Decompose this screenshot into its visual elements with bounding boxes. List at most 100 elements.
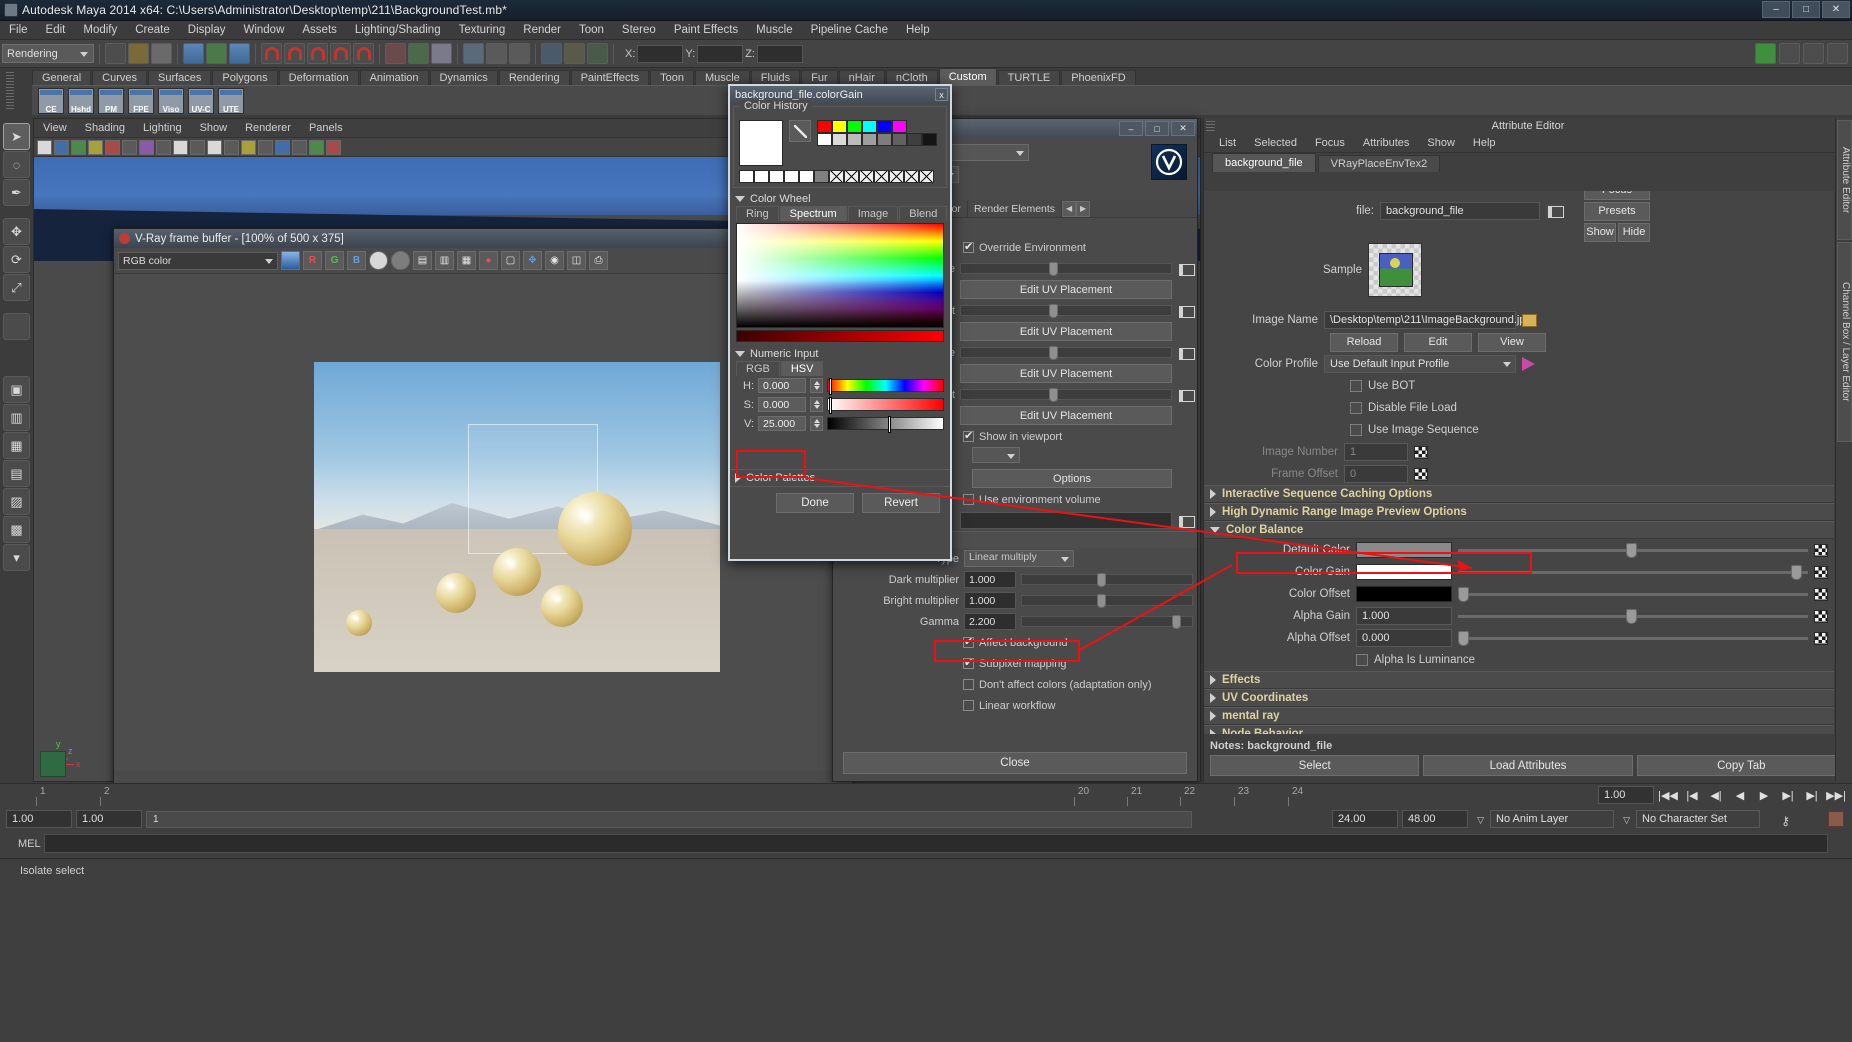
input-connections-icon[interactable]: [385, 43, 406, 64]
color-gain-swatch[interactable]: [1356, 564, 1452, 580]
copy-tab-button[interactable]: Copy Tab: [1636, 755, 1846, 776]
play-forwards-button[interactable]: ▶: [1754, 786, 1774, 804]
select-camera-icon[interactable]: [37, 139, 52, 155]
menu-toon[interactable]: Toon: [570, 21, 613, 40]
edit-uv-placement-button-2[interactable]: Edit UV Placement: [960, 322, 1172, 341]
alpha-offset-slider[interactable]: [1458, 630, 1808, 646]
move-tool[interactable]: ✥: [3, 218, 30, 245]
history-swatch-bottom-1[interactable]: [832, 133, 847, 146]
ae-menu-focus[interactable]: Focus: [1306, 137, 1354, 149]
menu-paint-effects[interactable]: Paint Effects: [665, 21, 747, 40]
shelf-tab-animation[interactable]: Animation: [359, 70, 429, 85]
map-button[interactable]: [1177, 513, 1195, 528]
alpha-is-luminance-checkbox[interactable]: [1356, 654, 1368, 666]
current-color-swatch[interactable]: [739, 120, 783, 166]
use-image-sequence-checkbox[interactable]: [1350, 424, 1362, 436]
show-in-viewport-checkbox[interactable]: [963, 429, 974, 442]
map-indicator-icon[interactable]: [1814, 609, 1828, 623]
panel-drag-handle[interactable]: [1206, 121, 1215, 131]
bookmark-icon[interactable]: [71, 139, 86, 155]
snap-live-icon[interactable]: [353, 43, 374, 64]
map-button[interactable]: [1177, 303, 1195, 318]
snap-grid-icon[interactable]: [261, 43, 282, 64]
map-indicator-icon[interactable]: [1814, 565, 1828, 579]
sidebar-toggle-2-icon[interactable]: [1803, 43, 1824, 64]
ae-menu-list[interactable]: List: [1210, 137, 1245, 149]
vfb-alpha-button[interactable]: [369, 251, 388, 270]
menu-window[interactable]: Window: [234, 21, 293, 40]
shelf-tab-nhair[interactable]: nHair: [838, 70, 885, 85]
shelf-tab-curves[interactable]: Curves: [92, 70, 147, 85]
frame-offset-field[interactable]: 0: [1344, 465, 1408, 483]
playback-end-field[interactable]: 48.00: [1402, 810, 1468, 828]
reload-button[interactable]: Reload: [1330, 332, 1398, 352]
hypershade-icon[interactable]: [541, 43, 562, 64]
color-wheel-tab-image[interactable]: Image: [847, 206, 899, 221]
linear-workflow-checkbox[interactable]: [963, 700, 974, 711]
palette-empty-slot-0[interactable]: [829, 170, 844, 183]
map-button[interactable]: [1177, 387, 1195, 402]
attribute-editor-body[interactable]: file: background_file Focus Presets Show…: [1204, 191, 1834, 734]
rsw-close-action-button[interactable]: Close: [843, 752, 1187, 774]
vfb-stop-render-icon[interactable]: ●: [479, 251, 498, 270]
vfb-clear-image-icon[interactable]: ▥: [435, 251, 454, 270]
ae-menu-attributes[interactable]: Attributes: [1354, 137, 1418, 149]
isolate-select-icon[interactable]: [309, 139, 324, 155]
override-environment-checkbox[interactable]: [963, 240, 974, 253]
shelf-tab-surfaces[interactable]: Surfaces: [147, 70, 212, 85]
palette-swatch-0[interactable]: [739, 170, 754, 183]
section-color-balance[interactable]: Color Balance: [1204, 521, 1834, 539]
chevron-down-icon[interactable]: ▽: [1477, 815, 1484, 826]
history-swatch-top-0[interactable]: [817, 120, 832, 133]
xray-icon[interactable]: [275, 139, 290, 155]
save-scene-icon[interactable]: [151, 43, 172, 64]
env-mode-dropdown[interactable]: [972, 447, 1020, 463]
maximize-button[interactable]: □: [1792, 1, 1820, 18]
camera-attributes-icon[interactable]: [54, 139, 69, 155]
hue-gradient-slider[interactable]: [827, 378, 944, 395]
shelf-tab-polygons[interactable]: Polygons: [212, 70, 278, 85]
output-connections-icon[interactable]: [408, 43, 429, 64]
select-hierarchy-icon[interactable]: [183, 43, 204, 64]
shelf-tab-rendering[interactable]: Rendering: [498, 70, 570, 85]
chevron-down-icon[interactable]: ▽: [1623, 815, 1630, 826]
select-button[interactable]: Select: [1210, 755, 1420, 776]
ae-menu-help[interactable]: Help: [1464, 137, 1505, 149]
layout-four-pane[interactable]: ▦: [3, 432, 30, 459]
load-attributes-button[interactable]: Load Attributes: [1423, 755, 1633, 776]
affect-background-checkbox[interactable]: [963, 635, 974, 648]
value-stepper[interactable]: [810, 416, 823, 431]
time-slider[interactable]: 1 2 20 21 22 23 24 1.00 |◀◀ |◀ ◀| ◀ ▶ ▶| ▶| ▶▶…: [0, 783, 1852, 807]
shelf-tab-dynamics[interactable]: Dynamics: [429, 70, 498, 85]
vfb-blue-channel-button[interactable]: B: [347, 251, 366, 270]
vfb-duplicate-icon[interactable]: ▦: [457, 251, 476, 270]
history-swatch-top-2[interactable]: [847, 120, 862, 133]
viewport-menu-lighting[interactable]: Lighting: [134, 122, 191, 134]
shelf-button-uv-c[interactable]: UV-C: [188, 87, 214, 114]
show-manipulator-icon[interactable]: [1755, 43, 1776, 64]
palette-swatch-3[interactable]: [784, 170, 799, 183]
ipr-render-icon[interactable]: [486, 43, 507, 64]
color-palettes-accordion[interactable]: Color Palettes: [730, 469, 950, 487]
map-indicator-icon[interactable]: [1414, 445, 1428, 459]
ae-menu-show[interactable]: Show: [1418, 137, 1464, 149]
lasso-tool[interactable]: ◌: [3, 151, 30, 178]
step-back-key-button[interactable]: |◀: [1682, 786, 1702, 804]
edit-uv-placement-button-3[interactable]: Edit UV Placement: [960, 364, 1172, 383]
step-forward-key-button[interactable]: ▶|: [1802, 786, 1822, 804]
ae-tab-vrayplaceenvtex2[interactable]: VRayPlaceEnvTex2: [1317, 155, 1441, 172]
smooth-shade-icon[interactable]: [207, 139, 222, 155]
shelf-tab-fluids[interactable]: Fluids: [750, 70, 801, 85]
step-back-frame-button[interactable]: ◀|: [1706, 786, 1726, 804]
two-d-pan-zoom-icon[interactable]: [105, 139, 120, 155]
layout-two-pane[interactable]: ▥: [3, 404, 30, 431]
map-indicator-icon[interactable]: [1814, 587, 1828, 601]
mel-command-input[interactable]: [44, 834, 1828, 853]
palette-swatch-1[interactable]: [754, 170, 769, 183]
image-plane-icon[interactable]: [88, 139, 103, 155]
history-top-swatches[interactable]: [817, 120, 937, 133]
menu-create[interactable]: Create: [126, 21, 179, 40]
menu-display[interactable]: Display: [179, 21, 235, 40]
character-set-dropdown[interactable]: No Character Set: [1636, 810, 1760, 828]
lighting-icon[interactable]: [241, 139, 256, 155]
